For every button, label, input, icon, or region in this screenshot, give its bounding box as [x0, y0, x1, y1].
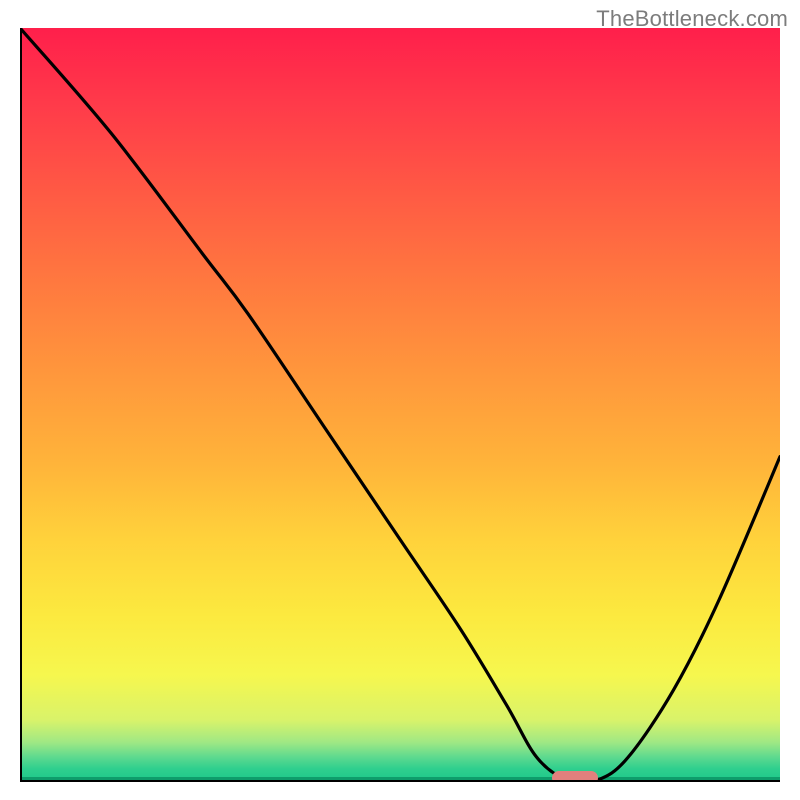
watermark-label: TheBottleneck.com [596, 6, 788, 32]
chart-container: TheBottleneck.com [0, 0, 800, 800]
plot-area [20, 28, 780, 780]
x-axis-line [20, 780, 780, 782]
optimal-marker [552, 771, 598, 780]
y-axis-line [20, 28, 22, 782]
bottleneck-curve [20, 28, 780, 780]
